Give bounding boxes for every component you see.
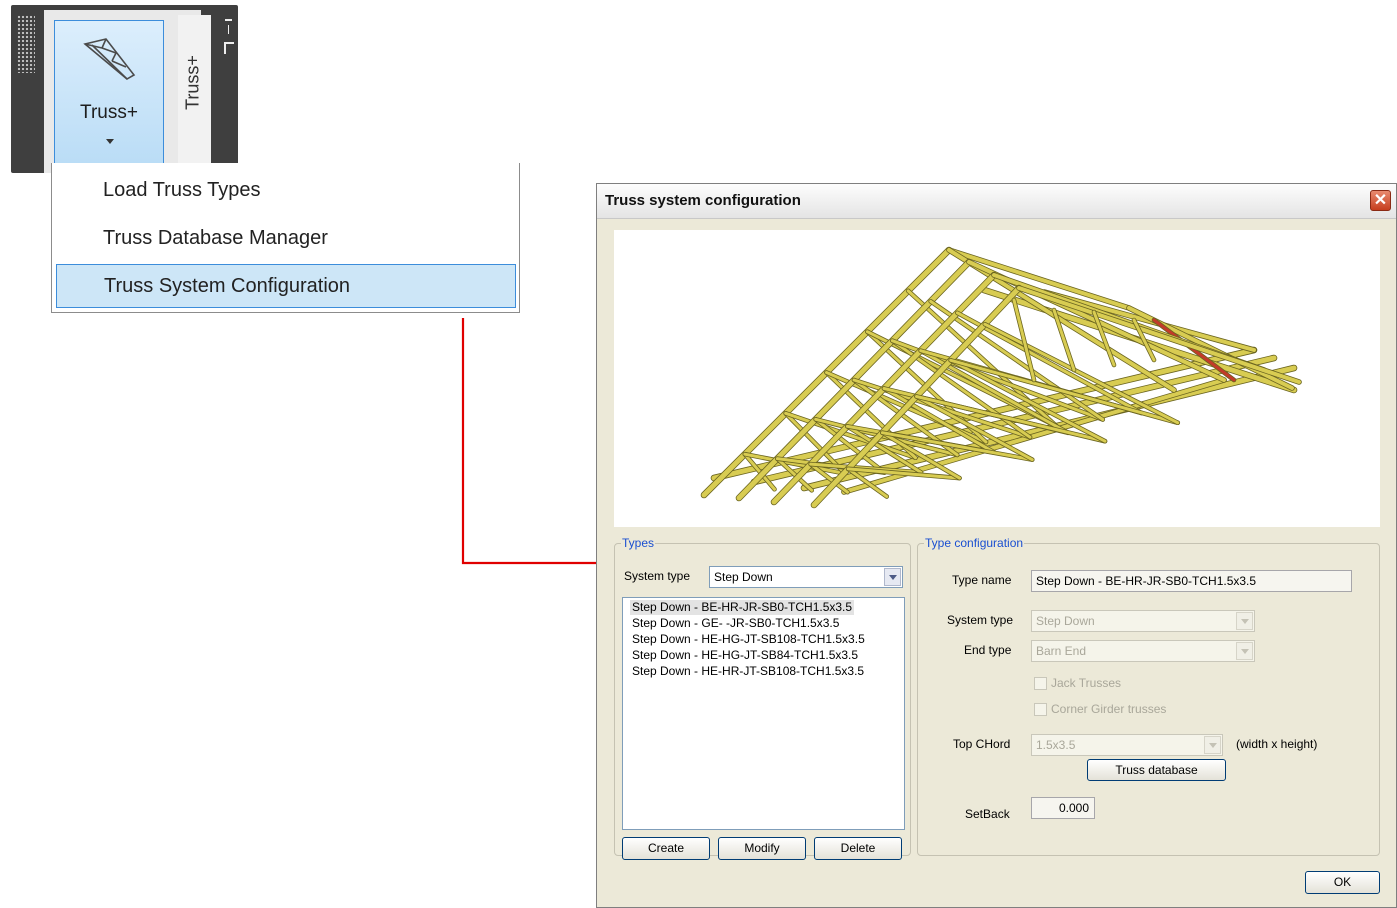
modify-button[interactable]: Modify [718, 837, 806, 860]
ok-button[interactable]: OK [1305, 871, 1380, 894]
truss-database-button[interactable]: Truss database [1087, 759, 1226, 781]
chevron-down-icon[interactable] [884, 568, 901, 586]
end-type-value: Barn End [1036, 644, 1087, 658]
chevron-down-icon [1236, 642, 1253, 660]
end-type-select[interactable]: Barn End [1031, 640, 1255, 662]
jack-trusses-label: Jack Trusses [1051, 676, 1122, 690]
list-item[interactable]: Step Down - HE-HR-JT-SB108-TCH1.5x3.5 [630, 664, 866, 679]
chevron-down-icon [1236, 612, 1253, 630]
list-item[interactable]: Step Down - GE- -JR-SB0-TCH1.5x3.5 [630, 616, 841, 631]
setback-field[interactable]: 0.000 [1031, 797, 1095, 819]
truss-system-configuration-dialog: Truss system configuration ✕ Types Syste… [596, 183, 1397, 908]
top-chord-value: 1.5x3.5 [1036, 738, 1076, 752]
delete-button[interactable]: Delete [814, 837, 902, 860]
list-item[interactable]: Step Down - BE-HR-JR-SB0-TCH1.5x3.5 [630, 600, 855, 615]
truss-members [700, 246, 1302, 509]
truss-3d-image [700, 246, 1302, 509]
config-system-type-label: System type [947, 613, 1014, 627]
type-configuration-legend: Type configuration [925, 536, 1024, 550]
system-type-label: System type [624, 569, 691, 583]
types-group: Types System type Step Down Step Down - … [614, 536, 911, 860]
config-system-type-select[interactable]: Step Down [1031, 610, 1255, 632]
create-button[interactable]: Create [622, 837, 710, 860]
type-configuration-group: Type configuration Type name Step Down -… [917, 536, 1380, 856]
setback-label: SetBack [965, 807, 1010, 821]
list-item[interactable]: Step Down - HE-HG-JT-SB84-TCH1.5x3.5 [630, 648, 860, 663]
config-system-type-value: Step Down [1036, 614, 1095, 628]
type-name-label: Type name [952, 573, 1012, 587]
corner-girder-label: Corner Girder trusses [1051, 702, 1167, 716]
system-type-select[interactable]: Step Down [709, 566, 903, 588]
system-type-select-value: Step Down [714, 570, 773, 584]
top-chord-label: Top CHord [953, 737, 1011, 751]
chevron-down-icon [1204, 736, 1221, 754]
dialog-title: Truss system configuration [605, 192, 801, 209]
truss-types-list[interactable]: Step Down - BE-HR-JR-SB0-TCH1.5x3.5 Step… [622, 597, 905, 830]
dialog-titlebar[interactable]: Truss system configuration ✕ [597, 184, 1396, 219]
list-item[interactable]: Step Down - HE-HG-JT-SB108-TCH1.5x3.5 [630, 632, 867, 647]
end-type-label: End type [964, 643, 1012, 657]
close-icon[interactable]: ✕ [1370, 190, 1391, 211]
types-legend: Types [622, 536, 655, 550]
truss-preview [614, 230, 1380, 527]
top-chord-unit: (width x height) [1236, 737, 1318, 751]
type-name-field[interactable]: Step Down - BE-HR-JR-SB0-TCH1.5x3.5 [1031, 570, 1352, 592]
corner-girder-checkbox[interactable] [1034, 703, 1047, 716]
jack-trusses-checkbox[interactable] [1034, 677, 1047, 690]
top-chord-select[interactable]: 1.5x3.5 [1031, 734, 1223, 756]
